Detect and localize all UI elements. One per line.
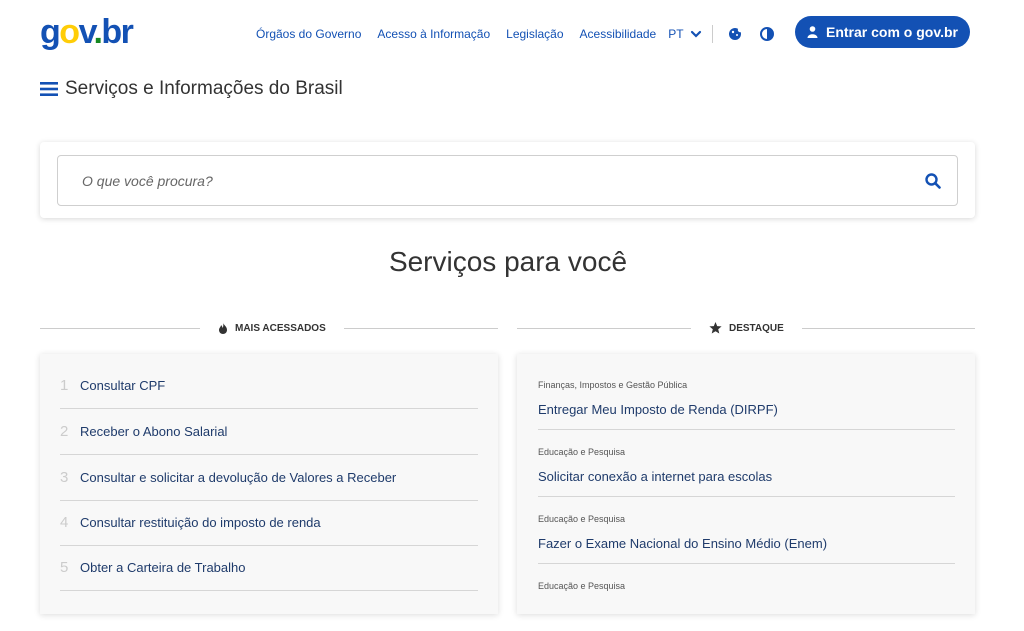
rank-number: 4 (60, 514, 69, 531)
rank-number: 1 (60, 377, 69, 394)
service-link[interactable]: Consultar e solicitar a devolução de Val… (80, 470, 396, 485)
list-item[interactable]: 1 Consultar CPF (60, 363, 478, 409)
login-label: Entrar com o gov.br (826, 24, 958, 40)
language-selector[interactable]: PT (668, 27, 701, 41)
login-button[interactable]: Entrar com o gov.br (795, 16, 970, 48)
nav-link-legislacao[interactable]: Legislação (506, 27, 563, 41)
logo-o: o (59, 13, 80, 51)
divider-line (801, 327, 975, 329)
menu-title: Serviços e Informações do Brasil (65, 78, 343, 99)
language-label: PT (668, 27, 684, 41)
header: gov.br Órgãos do Governo Acesso à Inform… (0, 0, 1024, 64)
search-box (57, 155, 958, 206)
list-item[interactable]: 5 Obter a Carteira de Trabalho (60, 545, 478, 591)
top-nav: Órgãos do Governo Acesso à Informação Le… (256, 25, 791, 43)
most-accessed-label: MAIS ACESSADOS (200, 322, 344, 334)
main-menu[interactable]: Serviços e Informações do Brasil (40, 78, 343, 100)
list-item[interactable]: 4 Consultar restituição do imposto de re… (60, 500, 478, 546)
cookie-icon[interactable] (727, 26, 743, 42)
nav-link-acessibilidade[interactable]: Acessibilidade (580, 27, 657, 41)
highlights-label: DESTAQUE (691, 322, 802, 334)
hamburger-icon[interactable] (40, 81, 58, 97)
chevron-down-icon (690, 30, 701, 38)
nav-link-acesso-informacao[interactable]: Acesso à Informação (377, 27, 490, 41)
rank-number: 2 (60, 423, 69, 440)
highlights-panel: Finanças, Impostos e Gestão Pública Entr… (517, 354, 975, 614)
search-icon[interactable] (925, 173, 941, 189)
highlight-item[interactable]: Finanças, Impostos e Gestão Pública Entr… (538, 363, 955, 430)
divider-line (40, 327, 200, 329)
service-link[interactable]: Consultar CPF (80, 378, 165, 393)
most-accessed-heading: MAIS ACESSADOS (40, 320, 498, 336)
logo-v: v (78, 13, 95, 51)
service-link[interactable]: Consultar restituição do imposto de rend… (80, 515, 321, 530)
search-input[interactable] (58, 156, 878, 205)
highlight-item[interactable]: Educação e Pesquisa (538, 564, 955, 631)
highlights-text: DESTAQUE (729, 322, 784, 334)
highlight-item[interactable]: Educação e Pesquisa Solicitar conexão a … (538, 430, 955, 497)
nav-link-orgaos[interactable]: Órgãos do Governo (256, 27, 361, 41)
contrast-icon[interactable] (759, 26, 775, 42)
highlights-heading: DESTAQUE (517, 320, 975, 336)
govbr-logo[interactable]: gov.br (40, 13, 134, 51)
most-accessed-text: MAIS ACESSADOS (235, 322, 326, 334)
nav-separator (711, 25, 713, 43)
service-link[interactable]: Obter a Carteira de Trabalho (80, 560, 245, 575)
highlight-link[interactable]: Entregar Meu Imposto de Renda (DIRPF) (538, 402, 778, 417)
highlight-category: Finanças, Impostos e Gestão Pública (538, 380, 688, 390)
logo-g: g (40, 13, 61, 51)
service-link[interactable]: Receber o Abono Salarial (80, 424, 227, 439)
search-card (40, 142, 975, 218)
highlight-item[interactable]: Educação e Pesquisa Fazer o Exame Nacion… (538, 497, 955, 564)
star-icon (709, 322, 722, 334)
section-title: Serviços para você (388, 246, 628, 277)
rank-number: 5 (60, 559, 69, 576)
most-accessed-panel: 1 Consultar CPF 2 Receber o Abono Salari… (40, 354, 498, 614)
logo-br: br (101, 13, 134, 51)
flame-icon (219, 322, 227, 334)
divider-line (343, 327, 498, 329)
rank-number: 3 (60, 469, 69, 486)
highlight-category: Educação e Pesquisa (538, 514, 626, 524)
list-item[interactable]: 3 Consultar e solicitar a devolução de V… (60, 455, 478, 501)
highlight-link[interactable]: Fazer o Exame Nacional do Ensino Médio (… (538, 536, 827, 551)
highlight-link[interactable]: Solicitar conexão a internet para escola… (538, 469, 772, 484)
divider-line (517, 327, 691, 329)
highlight-category: Educação e Pesquisa (538, 581, 626, 591)
user-icon (807, 26, 818, 38)
highlight-category: Educação e Pesquisa (538, 447, 626, 457)
list-item[interactable]: 2 Receber o Abono Salarial (60, 409, 478, 455)
